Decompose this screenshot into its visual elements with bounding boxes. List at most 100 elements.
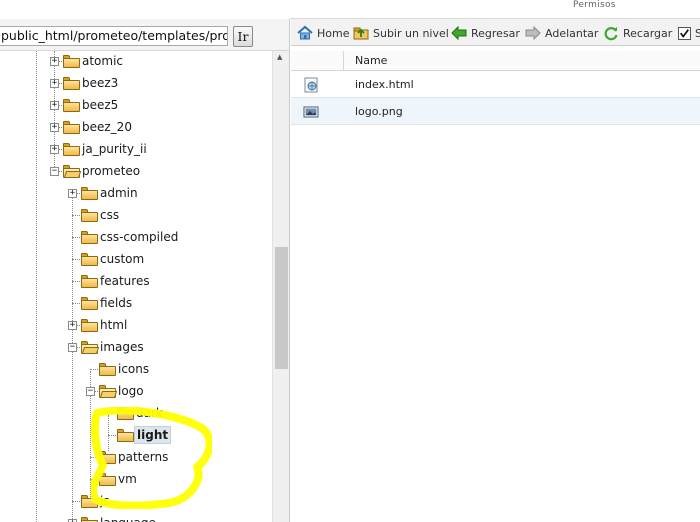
tree-node-label: js bbox=[100, 494, 110, 508]
arrow-left-icon bbox=[451, 25, 467, 41]
tree-node-dark[interactable]: dark bbox=[0, 403, 270, 423]
tree-node-label: language bbox=[100, 515, 156, 522]
folder-icon bbox=[81, 253, 98, 266]
path-input[interactable]: public_html/prometeo/templates/prometeo bbox=[0, 26, 228, 46]
tree-node-icons[interactable]: icons bbox=[0, 359, 270, 379]
tree-node-label: fields bbox=[100, 296, 133, 310]
forward-label: Adelantar bbox=[545, 26, 599, 40]
table-row[interactable]: index.html bbox=[291, 71, 700, 98]
folder-open-icon bbox=[99, 385, 118, 398]
tree-node-fields[interactable]: fields bbox=[0, 293, 270, 313]
up-level-button[interactable]: Subir un nivel bbox=[353, 24, 449, 42]
expand-toggle[interactable]: + bbox=[50, 57, 59, 66]
expand-toggle[interactable]: + bbox=[50, 79, 59, 88]
tree-node-label: beez_20 bbox=[82, 120, 132, 134]
tree-node-label: vm bbox=[118, 472, 137, 486]
tree-scrollbar[interactable]: ▲ bbox=[272, 51, 289, 522]
folder-icon bbox=[63, 77, 80, 90]
permisos-label[interactable]: Permisos bbox=[573, 0, 616, 10]
tree-node-logo[interactable]: − logo bbox=[0, 381, 270, 401]
tree-node-features[interactable]: features bbox=[0, 271, 270, 291]
path-bar: public_html/prometeo/templates/prometeo … bbox=[0, 19, 289, 51]
html-file-icon bbox=[304, 77, 318, 93]
tree-node-css[interactable]: css bbox=[0, 205, 270, 225]
name-column-header[interactable]: Name bbox=[355, 54, 387, 67]
back-label: Regresar bbox=[471, 26, 520, 40]
folder-icon bbox=[99, 473, 116, 486]
expand-toggle[interactable]: + bbox=[68, 321, 77, 330]
collapse-toggle[interactable]: − bbox=[68, 343, 77, 352]
tree-node-label: css-compiled bbox=[100, 230, 179, 244]
checkbox-box[interactable] bbox=[678, 26, 691, 40]
tree-node-images[interactable]: − images bbox=[0, 337, 270, 357]
tree-node-admin[interactable]: + admin bbox=[0, 183, 270, 203]
tree-node-label: beez3 bbox=[82, 76, 119, 90]
tree-node-ja-purity-ii[interactable]: + ja_purity_ii bbox=[0, 139, 270, 159]
tree-node-html[interactable]: + html bbox=[0, 315, 270, 335]
tree-node-css-compiled[interactable]: css-compiled bbox=[0, 227, 270, 247]
tree-node-light[interactable]: light bbox=[0, 425, 270, 445]
home-icon bbox=[297, 25, 313, 40]
folder-icon bbox=[81, 275, 98, 288]
folder-icon bbox=[63, 99, 80, 112]
reload-button[interactable]: Recargar bbox=[603, 24, 672, 42]
checkmark-icon bbox=[680, 28, 689, 38]
folder-icon bbox=[117, 429, 134, 442]
folder-open-icon bbox=[81, 341, 100, 354]
expand-toggle[interactable]: + bbox=[50, 101, 59, 110]
select-checkbox[interactable]: S bbox=[678, 24, 700, 42]
file-table: Name index.html logo.png bbox=[291, 51, 700, 125]
tree-node-label: admin bbox=[100, 186, 138, 200]
collapse-toggle[interactable]: − bbox=[86, 387, 95, 396]
folder-icon bbox=[63, 121, 80, 134]
tree-node-beez5[interactable]: + beez5 bbox=[0, 95, 270, 115]
folder-icon bbox=[63, 55, 80, 68]
expand-toggle[interactable]: + bbox=[50, 145, 59, 154]
back-button[interactable]: Regresar bbox=[451, 24, 520, 42]
table-row[interactable]: logo.png bbox=[291, 98, 700, 125]
tree-node-label: features bbox=[100, 274, 150, 288]
folder-icon bbox=[81, 231, 98, 244]
folder-open-icon bbox=[63, 165, 82, 178]
tree-node-language[interactable]: + language bbox=[0, 513, 270, 522]
expand-toggle[interactable]: + bbox=[50, 123, 59, 132]
forward-button[interactable]: Adelantar bbox=[525, 24, 598, 42]
folder-icon bbox=[117, 407, 134, 420]
folder-icon bbox=[99, 451, 116, 464]
reload-icon bbox=[604, 27, 618, 41]
folder-icon bbox=[81, 517, 98, 522]
tree-node-label: custom bbox=[100, 252, 145, 266]
toolbar: Home Subir un nivel Regresar Adelantar R… bbox=[291, 19, 700, 46]
folder-icon bbox=[81, 209, 98, 222]
tree-node-label: css bbox=[100, 208, 120, 222]
home-button[interactable]: Home bbox=[297, 24, 349, 42]
top-strip: Permisos bbox=[290, 0, 700, 19]
expand-toggle[interactable]: + bbox=[68, 189, 77, 198]
icon-column-header[interactable] bbox=[291, 51, 344, 71]
tree-node-vm[interactable]: vm bbox=[0, 469, 270, 489]
tree-node-label: ja_purity_ii bbox=[82, 142, 147, 156]
tree-node-prometeo[interactable]: − prometeo bbox=[0, 161, 270, 181]
folder-up-icon bbox=[353, 27, 369, 40]
tree-node-label: logo bbox=[118, 384, 144, 398]
tree-node-atomic[interactable]: + atomic bbox=[0, 51, 270, 71]
tree-node-beez-20[interactable]: + beez_20 bbox=[0, 117, 270, 137]
scroll-thumb[interactable] bbox=[275, 247, 288, 369]
reload-label: Recargar bbox=[623, 26, 673, 40]
tree-node-patterns[interactable]: patterns bbox=[0, 447, 270, 467]
tree-node-custom[interactable]: custom bbox=[0, 249, 270, 269]
tree-node-js[interactable]: js bbox=[0, 491, 270, 511]
go-button[interactable]: Ir bbox=[233, 26, 253, 47]
collapse-toggle[interactable]: − bbox=[50, 167, 59, 176]
folder-tree: + atomic + beez3 + beez5 + beez_20 + ja_… bbox=[0, 51, 272, 522]
tree-node-label: prometeo bbox=[82, 164, 141, 178]
folder-icon bbox=[81, 319, 98, 332]
scroll-up-icon[interactable]: ▲ bbox=[277, 53, 282, 61]
image-file-icon bbox=[303, 106, 319, 118]
folder-icon bbox=[81, 495, 98, 508]
up-level-label: Subir un nivel bbox=[373, 26, 449, 40]
file-name: logo.png bbox=[355, 105, 403, 118]
file-list-panel: Home Subir un nivel Regresar Adelantar R… bbox=[291, 19, 700, 522]
tree-node-beez3[interactable]: + beez3 bbox=[0, 73, 270, 93]
file-name: index.html bbox=[355, 78, 414, 91]
